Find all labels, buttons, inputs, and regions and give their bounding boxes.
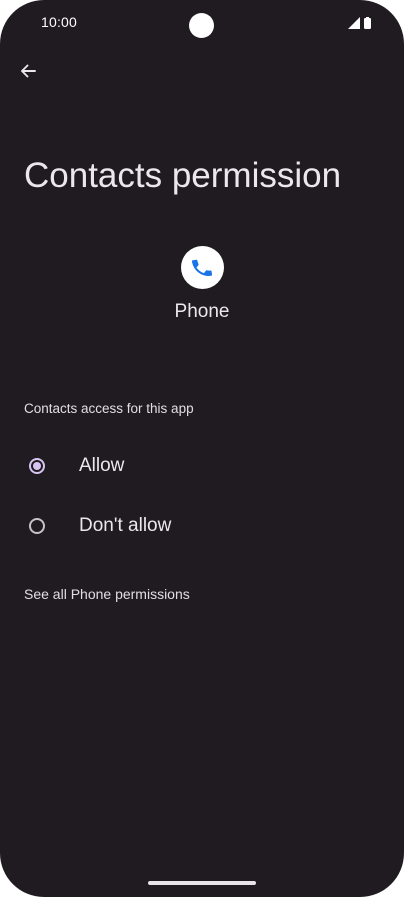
camera-cutout (189, 13, 214, 38)
section-label: Contacts access for this app (24, 401, 194, 416)
back-button[interactable] (13, 58, 43, 88)
dont-allow-radio-button[interactable] (29, 518, 45, 534)
back-arrow-icon (19, 62, 37, 85)
app-name: Phone (174, 301, 230, 322)
dont-allow-option[interactable]: Don't allow (0, 500, 404, 552)
see-all-permissions-link[interactable]: See all Phone permissions (24, 586, 190, 602)
status-icons (348, 16, 371, 34)
screen: 10:00 Contacts permission Phone Contacts… (0, 0, 404, 897)
signal-icon (348, 16, 360, 34)
battery-icon (364, 16, 371, 34)
status-time: 10:00 (41, 14, 78, 30)
radio-selected-dot (33, 462, 41, 470)
dont-allow-label: Don't allow (79, 515, 172, 536)
navigation-handle[interactable] (148, 881, 256, 885)
allow-label: Allow (79, 455, 125, 476)
phone-app-icon (180, 246, 224, 289)
app-header: Phone (0, 246, 404, 323)
allow-radio-button[interactable] (29, 458, 45, 474)
status-bar: 10:00 (0, 0, 404, 46)
page-title: Contacts permission (24, 156, 342, 195)
allow-option[interactable]: Allow (0, 440, 404, 492)
